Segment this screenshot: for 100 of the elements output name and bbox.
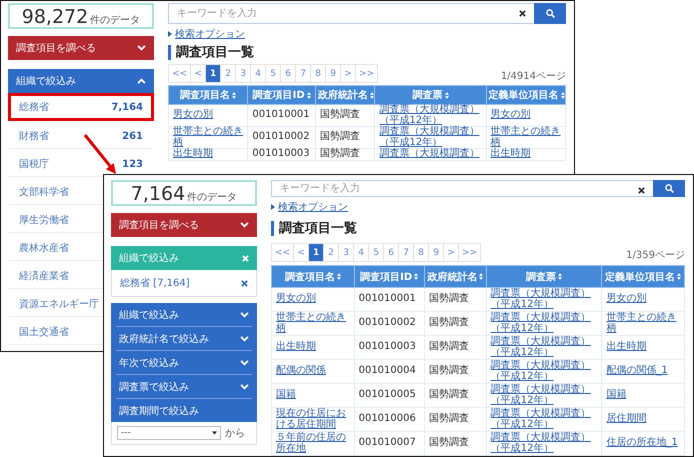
- cell-link[interactable]: 住居の所在地_1: [606, 438, 680, 449]
- filter-item[interactable]: 厚生労働省: [19, 213, 69, 227]
- cell-link[interactable]: 配偶の関係: [276, 366, 350, 377]
- filter-group[interactable]: 年次で絞込み: [116, 351, 252, 375]
- sort-icon[interactable]: [558, 273, 562, 280]
- filter-group[interactable]: 組織で絞込み: [116, 303, 252, 327]
- column-header[interactable]: 調査項目ID: [354, 266, 424, 288]
- chevron-down-icon: [240, 336, 249, 342]
- cell-link[interactable]: 出生時期: [606, 342, 680, 353]
- cell-link[interactable]: 調査票（大規模調査）（平成12年）: [490, 433, 598, 454]
- cell-link[interactable]: ５年前の住居の所在地: [276, 433, 350, 454]
- close-icon[interactable]: [638, 187, 645, 194]
- active-filter-title: 組織で絞込み: [119, 252, 179, 265]
- table-cell: 001010001: [354, 288, 424, 312]
- table-cell: 001010007: [354, 432, 424, 456]
- filter-group[interactable]: 調査期間で絞込み: [116, 399, 252, 422]
- menu-button[interactable]: 調査項目を調べる: [8, 36, 154, 60]
- period-select[interactable]: ---: [117, 426, 221, 440]
- cell-link[interactable]: 世帯主との続き柄: [276, 313, 350, 334]
- table-cell: 001010001: [248, 104, 316, 126]
- column-header[interactable]: 調査票: [486, 266, 602, 288]
- page-button[interactable]: 1: [206, 65, 222, 82]
- cell-link[interactable]: 男女の別: [606, 294, 680, 305]
- search-field[interactable]: キーワードを入力: [271, 180, 653, 197]
- filter-value-label: 総務省 [7,164]: [120, 276, 190, 290]
- column-header[interactable]: 調査票: [374, 86, 486, 104]
- sort-icon[interactable]: [336, 273, 341, 280]
- cell-link[interactable]: 居住期間: [606, 414, 680, 425]
- filter-item[interactable]: 国土交通省: [19, 325, 69, 339]
- cell-link[interactable]: 調査票（大規模調査）（平成12年）: [490, 337, 598, 358]
- cell-link[interactable]: 調査票（大規模調査）: [379, 149, 482, 160]
- table-cell: 001010003: [354, 336, 424, 360]
- table-cell: 国勢調査: [424, 288, 486, 312]
- search-button[interactable]: [653, 180, 685, 197]
- sort-icon[interactable]: [444, 92, 448, 98]
- cell-link[interactable]: 調査票（大規模調査）（平成12年）: [379, 105, 482, 126]
- column-header[interactable]: 調査項目ID: [248, 86, 316, 104]
- filter-item[interactable]: 財務省 261: [8, 121, 154, 149]
- cell-link[interactable]: 調査票（大規模調査）（平成12年）: [490, 361, 598, 382]
- filter-group[interactable]: 政府統計名で絞込み: [116, 327, 252, 351]
- section-title: 調査項目一覧: [279, 220, 357, 237]
- filter-header[interactable]: 組織で絞込み: [8, 69, 154, 93]
- close-icon[interactable]: [519, 10, 526, 17]
- cell-link[interactable]: 配偶の関係_1: [606, 366, 680, 377]
- column-header[interactable]: 調査項目名: [272, 266, 354, 288]
- sort-icon[interactable]: [306, 92, 311, 98]
- filter-item[interactable]: 総務省 7,164: [8, 93, 154, 121]
- range-suffix: から: [225, 427, 245, 440]
- cell-link[interactable]: 調査票（大規模調査）（平成12年）: [379, 127, 482, 148]
- cell-link[interactable]: 調査票（大規模調査）（平成12年）: [490, 313, 598, 334]
- cell-link[interactable]: 国籍: [606, 390, 680, 401]
- sort-icon[interactable]: [232, 92, 236, 98]
- filter-name: 総務省: [19, 100, 49, 114]
- cell-link[interactable]: 調査票（大規模調査）（平成12年）: [490, 289, 598, 310]
- column-header[interactable]: 政府統計名: [315, 86, 375, 104]
- filter-name: 国税庁: [19, 158, 49, 171]
- search-option-link[interactable]: 検索オプション: [175, 27, 245, 41]
- cell-link[interactable]: 世帯主との続き柄: [606, 313, 680, 334]
- filter-item[interactable]: 農林水産省: [19, 241, 69, 255]
- table-cell: 国勢調査: [424, 408, 486, 432]
- sort-icon[interactable]: [479, 273, 484, 280]
- cell-link[interactable]: 男女の別: [276, 294, 350, 305]
- cell-link[interactable]: 男女の別: [173, 110, 244, 121]
- cell-link[interactable]: 国籍: [276, 390, 350, 401]
- table-cell: 001010003: [248, 148, 316, 160]
- search-field[interactable]: キーワードを入力: [168, 3, 534, 24]
- column-header[interactable]: 政府統計名: [424, 266, 486, 288]
- cell-link[interactable]: 出生時期: [276, 342, 350, 353]
- filter-item[interactable]: 資源エネルギー庁: [19, 297, 99, 311]
- filter-title: 組織で絞込み: [16, 74, 76, 88]
- cell-link[interactable]: 男女の別: [490, 110, 561, 121]
- table-cell: 001010004: [354, 360, 424, 384]
- cell-link[interactable]: 出生時期: [173, 149, 244, 160]
- cell-link[interactable]: 世帯主との続き柄: [490, 127, 561, 148]
- cell-link[interactable]: 出生時期: [490, 149, 561, 160]
- column-header[interactable]: 定義単位項目名: [486, 86, 566, 104]
- sort-icon[interactable]: [677, 273, 682, 280]
- table-cell: 001010006: [354, 408, 424, 432]
- pointer-arrow: [84, 134, 116, 174]
- chevron-down-icon: [240, 312, 249, 318]
- table-cell: 国勢調査: [424, 360, 486, 384]
- menu-button[interactable]: 調査項目を調べる: [111, 213, 257, 237]
- filter-count: 261: [122, 130, 143, 142]
- cell-link[interactable]: 世帯主との続き柄: [173, 127, 244, 148]
- count-unit: 件のデータ: [90, 14, 140, 27]
- filter-group[interactable]: 調査票で絞込み: [116, 375, 252, 399]
- cell-link[interactable]: 調査票（大規模調査）（平成12年）: [490, 409, 598, 430]
- cell-link[interactable]: 現在の住居における居住期間: [276, 409, 350, 430]
- search-option-link[interactable]: 検索オプション: [278, 200, 348, 214]
- column-header[interactable]: 定義単位項目名: [602, 266, 684, 288]
- sort-icon[interactable]: [560, 92, 565, 98]
- filter-item[interactable]: 文部科学省: [19, 185, 69, 199]
- filter-item[interactable]: 経済産業省: [19, 269, 69, 283]
- page-button[interactable]: 1: [309, 244, 324, 261]
- cell-link[interactable]: 調査票（大規模調査）（平成12年）: [490, 385, 598, 406]
- count-number: 98,272: [22, 6, 88, 28]
- chevron-up-icon: [137, 78, 146, 84]
- column-header[interactable]: 調査項目名: [168, 86, 248, 104]
- search-button[interactable]: [534, 3, 566, 24]
- sort-icon[interactable]: [414, 273, 418, 280]
